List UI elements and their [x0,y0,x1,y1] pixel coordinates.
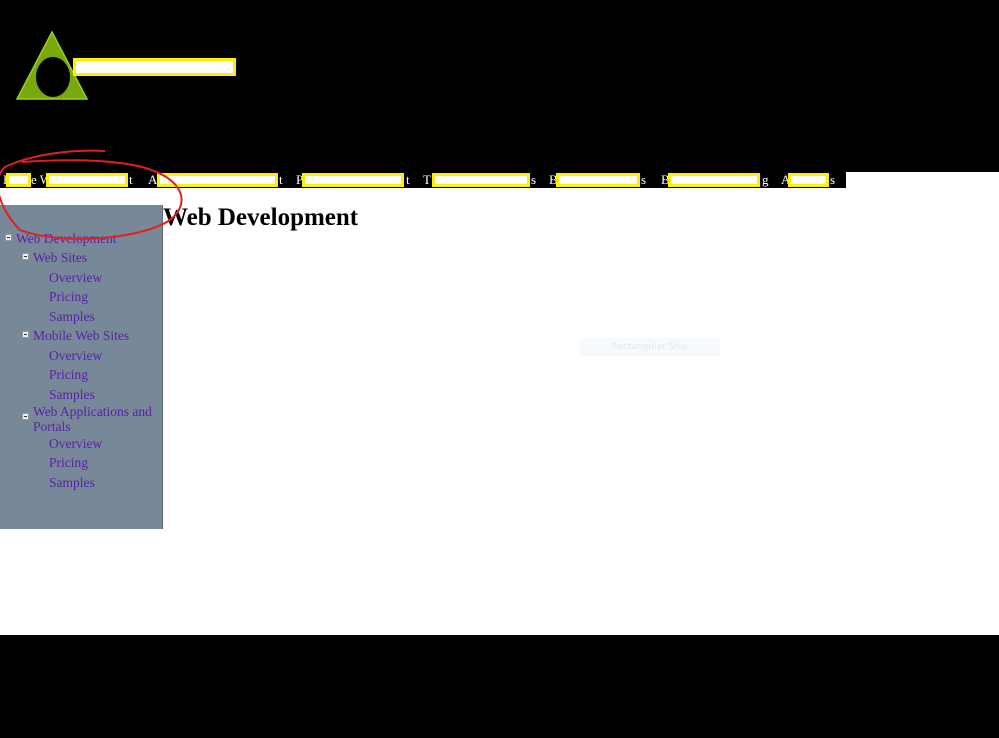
site-header [0,0,999,172]
tree-item-overview[interactable]: Overview [49,270,102,285]
nav-bar-end [846,172,999,188]
nav-item-2-end[interactable]: t [279,172,283,188]
nav-item-2-start[interactable]: A [148,172,157,188]
nav-item-4-end[interactable]: s [531,172,536,188]
redaction [46,173,128,187]
collapse-icon[interactable] [22,331,29,338]
redaction [157,173,278,187]
nav-item-1-end[interactable]: t [129,172,133,188]
nav-item-7-end[interactable]: s [830,172,835,188]
collapse-icon[interactable] [22,413,29,420]
tree-item-web-development[interactable]: Web Development [16,231,117,246]
tree-item-samples[interactable]: Samples [49,309,95,324]
tree-item-pricing[interactable]: Pricing [49,367,88,382]
redaction [6,173,31,187]
footer-black [0,635,999,738]
redaction [668,173,760,187]
redaction [302,173,404,187]
tree-item-overview[interactable]: Overview [49,436,102,451]
tree-item-web-sites[interactable]: Web Sites [33,250,87,265]
tree-item-pricing[interactable]: Pricing [49,289,88,304]
page-title: Web Development [163,204,359,231]
tree-item-samples[interactable]: Samples [49,387,95,402]
tree-item-web-applications[interactable]: Web Applications and Portals [33,404,158,434]
nav-item-3-end[interactable]: t [406,172,410,188]
nav-item-5-end[interactable]: s [641,172,646,188]
nav-item-4-start[interactable]: T [423,172,431,188]
redaction [432,173,530,187]
tree-item-mobile-web-sites[interactable]: Mobile Web Sites [33,328,129,343]
redaction [556,173,640,187]
tree-item-overview[interactable]: Overview [49,348,102,363]
rectangular-snip-label: Rectangular Snip [580,338,720,356]
tree-item-samples[interactable]: Samples [49,475,95,490]
nav-item-6-end[interactable]: g [762,172,769,188]
redacted-site-name [73,58,236,76]
collapse-icon[interactable] [22,253,29,260]
collapse-icon[interactable] [5,234,12,241]
tree-item-pricing[interactable]: Pricing [49,455,88,470]
redaction [788,173,829,187]
